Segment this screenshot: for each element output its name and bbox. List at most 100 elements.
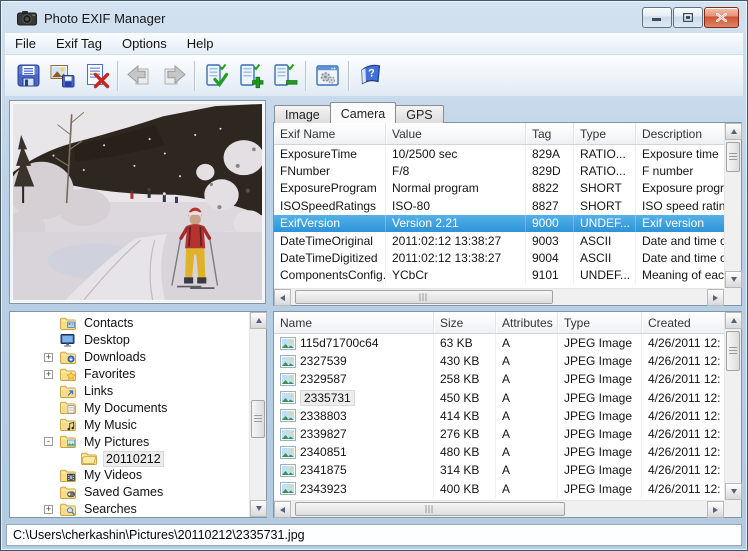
scroll-down-button[interactable] [725,483,742,500]
exif-cell: F number [636,162,724,179]
collapse-box-icon[interactable]: - [44,437,53,446]
file-row[interactable]: 2340851480 KBAJPEG Image4/26/2011 12: [274,443,724,461]
verify-list-button[interactable] [199,59,233,93]
menu-item-help[interactable]: Help [177,33,224,54]
exif-row[interactable]: ExposureProgramNormal program8822SHORTEx… [274,180,724,197]
exif-row[interactable]: ExposureTime10/2500 sec829ARATIO...Expos… [274,145,724,162]
scrollbar-thumb[interactable] [295,502,565,516]
exif-row[interactable]: ComponentsConfig...YCbCr9101UNDEF...Mean… [274,267,724,284]
file-row[interactable]: 2327539430 KBAJPEG Image4/26/2011 12: [274,352,724,370]
file-cell: 480 KB [434,443,496,461]
tree-item-contacts[interactable]: Contacts [10,315,249,332]
file-cell: 4/26/2011 12: [642,352,724,370]
column-header-type[interactable]: Type [574,123,636,144]
delete-list-button[interactable] [79,59,113,93]
tree-item-my-videos[interactable]: My Videos [10,467,249,484]
add-tag-button[interactable] [233,59,267,93]
minimize-button[interactable] [642,7,672,28]
scroll-down-button[interactable] [725,271,742,288]
music-folder-icon [59,417,77,432]
files-vertical-scrollbar[interactable] [724,312,741,500]
file-row[interactable]: 2341875314 KBAJPEG Image4/26/2011 12: [274,461,724,479]
exif-vertical-scrollbar[interactable] [724,123,741,288]
close-button[interactable] [704,7,739,28]
menu-item-file[interactable]: File [5,33,46,54]
exif-row[interactable]: DateTimeOriginal2011:02:12 13:38:279003A… [274,232,724,249]
file-row[interactable]: 2335731450 KBAJPEG Image4/26/2011 12: [274,389,724,407]
file-row[interactable]: 2343923400 KBAJPEG Image4/26/2011 12: [274,480,724,498]
tree-item-20110212[interactable]: 20110212 [10,450,249,467]
tree-item-my-documents[interactable]: My Documents [10,399,249,416]
column-header-type[interactable]: Type [558,312,642,333]
menu-item-options[interactable]: Options [112,33,177,54]
column-header-attributes[interactable]: Attributes [496,312,558,333]
tab-gps[interactable]: GPS [395,105,443,123]
scrollbar-thumb[interactable] [251,400,265,438]
menu-item-exif-tag[interactable]: Exif Tag [46,33,112,54]
save-image-button[interactable] [45,59,79,93]
column-header-tag[interactable]: Tag [526,123,574,144]
files-horizontal-scrollbar[interactable] [274,500,724,517]
scroll-down-button[interactable] [250,500,267,517]
scroll-right-button[interactable] [707,501,724,518]
file-row[interactable]: 115d71700c6463 KBAJPEG Image4/26/2011 12… [274,334,724,352]
expand-box-icon[interactable]: + [44,505,53,514]
expand-box-icon[interactable]: + [44,370,53,379]
tree-item-downloads[interactable]: +Downloads [10,349,249,366]
scroll-up-button[interactable] [250,312,267,329]
expand-box-icon[interactable]: + [44,353,53,362]
scroll-left-button[interactable] [274,501,291,518]
exif-cell: DateTimeDigitized [274,249,386,266]
exif-cell: Date and time of [636,232,724,249]
scroll-up-button[interactable] [725,123,742,140]
tree-item-saved-games[interactable]: Saved Games [10,484,249,501]
scrollbar-thumb[interactable] [726,142,740,172]
scroll-up-button[interactable] [725,312,742,329]
file-row[interactable]: 2329587258 KBAJPEG Image4/26/2011 12: [274,370,724,388]
file-name: 2341875 [300,463,347,477]
tree-vertical-scrollbar[interactable] [249,312,266,517]
tree-item-my-music[interactable]: My Music [10,416,249,433]
arrow-right-icon [160,62,187,89]
tab-camera[interactable]: Camera [330,102,396,123]
file-cell: 4/26/2011 12: [642,425,724,443]
app-window: Photo EXIF Manager File Exif Tag Options… [0,0,748,551]
exif-row[interactable]: ExifVersionVersion 2.219000UNDEF...Exif … [274,215,724,232]
file-row[interactable]: 2339827276 KBAJPEG Image4/26/2011 12: [274,425,724,443]
exif-row[interactable]: ISOSpeedRatingsISO-808827SHORTISO speed … [274,197,724,214]
tree-item-searches[interactable]: +Searches [10,501,249,517]
help-book-icon: ? [357,62,384,89]
exif-cell: ISO speed rating [636,197,724,214]
exif-row[interactable]: DateTimeDigitized2011:02:12 13:38:279004… [274,249,724,266]
tab-strip: Image Camera GPS [274,102,443,123]
help-button[interactable]: ? [353,59,387,93]
remove-tag-button[interactable] [267,59,301,93]
tab-image[interactable]: Image [274,105,331,123]
minimize-icon [652,13,662,22]
triangle-up-icon [731,126,737,134]
tree-item-desktop[interactable]: Desktop [10,332,249,349]
column-header-name[interactable]: Name [274,312,434,333]
column-header-description[interactable]: Description [636,123,724,144]
scroll-left-button[interactable] [274,289,291,306]
tree-item-links[interactable]: Links [10,383,249,400]
column-header-size[interactable]: Size [434,312,496,333]
tree-item-favorites[interactable]: +Favorites [10,366,249,383]
image-file-icon [280,446,296,459]
exif-horizontal-scrollbar[interactable] [274,288,724,305]
save-button[interactable] [11,59,45,93]
exif-cell: 10/2500 sec [386,145,526,162]
column-header-created[interactable]: Created [642,312,724,333]
scrollbar-thumb[interactable] [295,290,553,304]
exif-row[interactable]: FNumberF/8829DRATIO...F number [274,162,724,179]
file-row[interactable]: 2338803414 KBAJPEG Image4/26/2011 12: [274,407,724,425]
options-button[interactable] [310,59,344,93]
column-header-exif-name[interactable]: Exif Name [274,123,386,144]
exif-cell: 9101 [526,267,574,284]
column-header-value[interactable]: Value [386,123,526,144]
scroll-right-button[interactable] [707,289,724,306]
maximize-button[interactable] [673,7,703,28]
scrollbar-thumb[interactable] [726,331,740,371]
toolbar-separator [117,61,118,91]
tree-item-my-pictures[interactable]: -My Pictures [10,433,249,450]
